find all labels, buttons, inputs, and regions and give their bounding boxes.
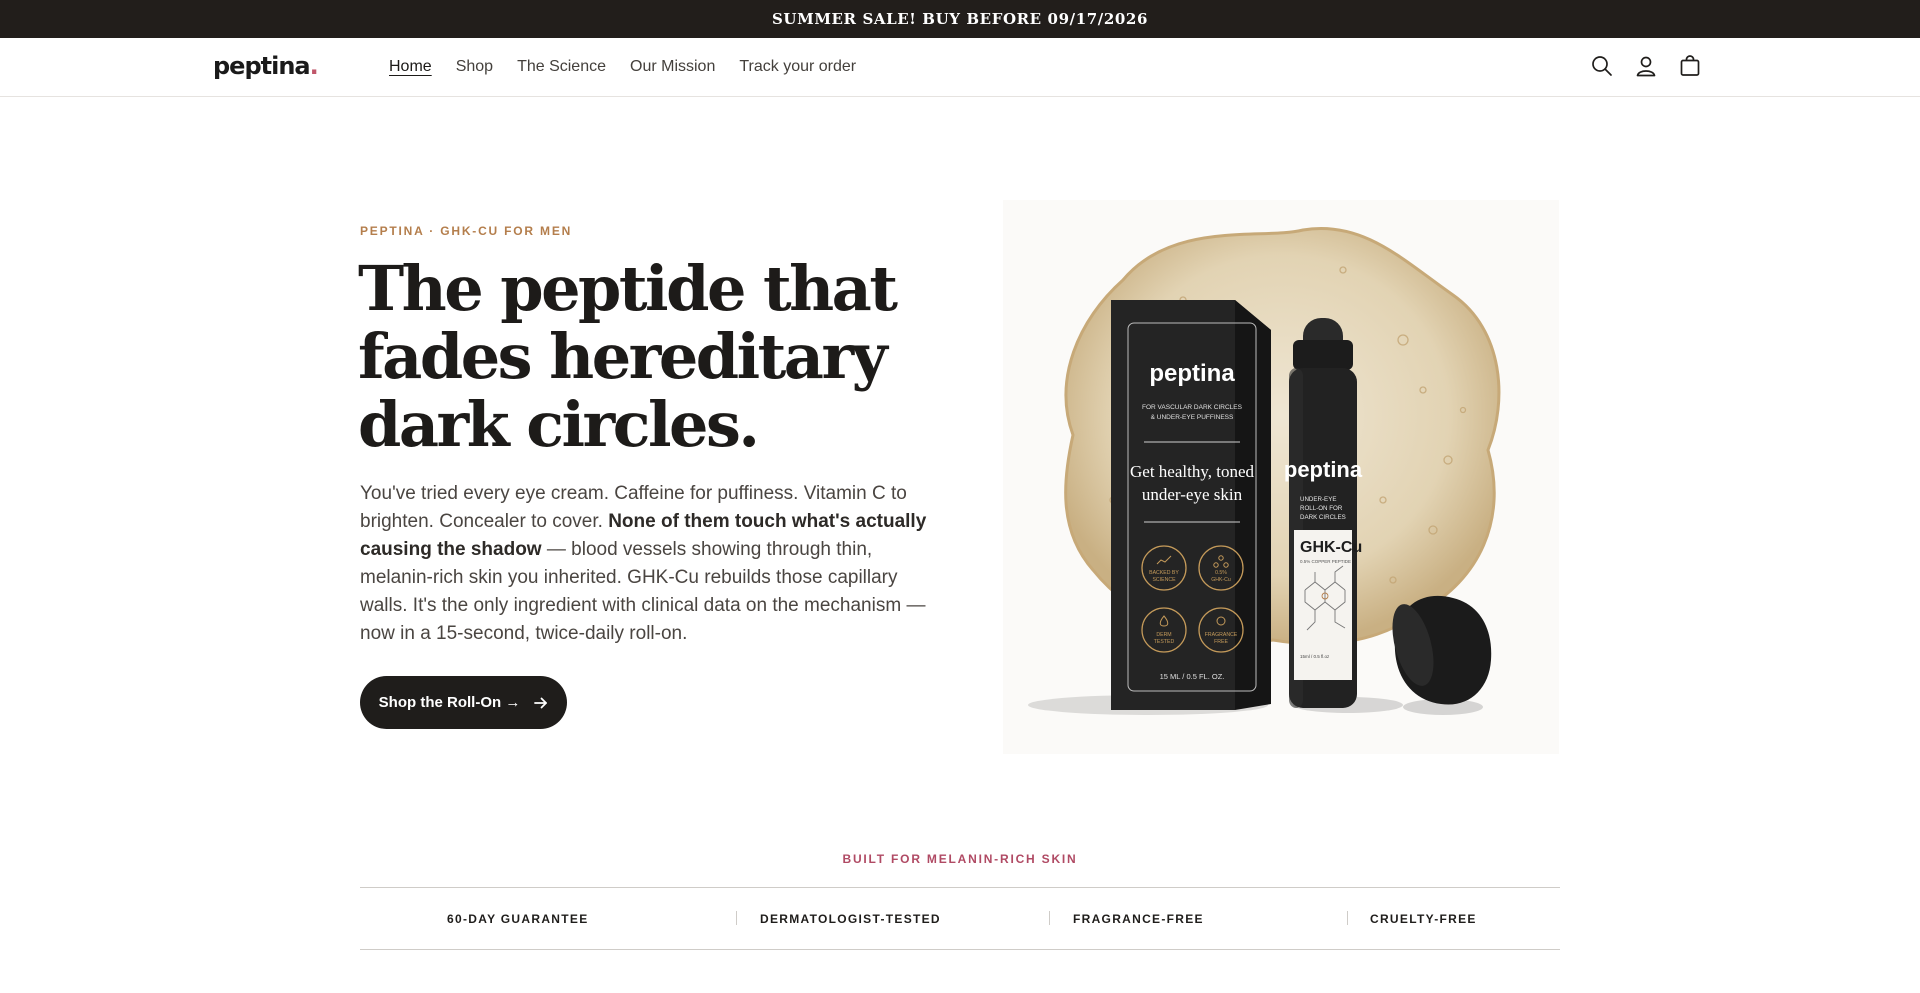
shop-roll-on-button[interactable]: Shop the Roll-On → [360,676,567,729]
announcement-text: SUMMER SALE! BUY BEFORE 09/17/2026 [772,10,1148,28]
badge-3-line-2: TESTED [1154,639,1175,645]
trust-item-fragrance-free: FRAGRANCE-FREE [1073,912,1204,926]
badge-2-line-1: 0.5% [1215,570,1227,576]
trust-divider [1347,911,1348,925]
nav-home[interactable]: Home [389,58,432,76]
announcement-bar: SUMMER SALE! BUY BEFORE 09/17/2026 [0,0,1920,38]
hero-body: You've tried every eye cream. Caffeine f… [360,480,942,648]
arrow-right-icon [534,697,548,708]
logo-dot: . [309,52,319,80]
nav-shop[interactable]: Shop [456,58,493,76]
bottle-name: GHK-Cu [1300,539,1362,556]
box-tagline-1: Get healthy, toned [1130,462,1254,481]
badge-4-line-2: FREE [1214,639,1228,645]
box-brand: peptina [1149,360,1235,387]
hero-headline: The peptide that fades hereditary dark c… [358,255,918,459]
badge-2-line-2: GHK-Cu [1211,577,1231,583]
logo[interactable]: peptina. [213,52,319,80]
header-icons [1588,52,1704,80]
bottle-volume: 15ml / 0.5 fl.oz [1300,654,1330,659]
badge-1-line-1: BACKED BY [1149,570,1179,576]
nav-our-mission[interactable]: Our Mission [630,58,715,76]
trust-item-derm-tested: DERMATOLOGIST-TESTED [760,912,941,926]
headline-line-3: dark circles. [358,388,760,461]
site-header: peptina. Home Shop The Science Our Missi… [0,38,1920,97]
trust-divider [1049,911,1050,925]
trust-title: BUILT FOR MELANIN-RICH SKIN [842,852,1078,866]
account-icon[interactable] [1632,52,1660,80]
bottle-desc-2: ROLL-ON FOR [1300,505,1343,512]
logo-text: peptina [213,52,311,80]
bottle-desc-1: UNDER-EYE [1300,496,1336,503]
badge-4-line-1: FRAGRANCE [1205,632,1238,638]
badge-3-line-1: DERM [1156,632,1171,638]
product-box: peptina FOR VASCULAR DARK CIRCLES & UNDE… [1111,300,1271,710]
hero-eyebrow: PEPTINA · GHK-CU FOR MEN [360,224,573,238]
trust-item-cruelty-free: CRUELTY-FREE [1370,912,1477,926]
headline-line-2: fades hereditary [358,320,888,393]
cart-icon[interactable] [1676,52,1704,80]
box-subtitle-1: FOR VASCULAR DARK CIRCLES [1142,404,1243,411]
box-tagline-2: under-eye skin [1142,485,1243,504]
bottle-subtitle: 0.5% COPPER PEPTIDE [1300,559,1351,564]
main-nav: Home Shop The Science Our Mission Track … [389,58,880,76]
trust-item-guarantee: 60-DAY GUARANTEE [447,912,589,926]
roll-on-bottle: peptina UNDER-EYE ROLL-ON FOR DARK CIRCL… [1284,318,1363,708]
bottle-cap [1392,595,1492,715]
cta-label: Shop the Roll-On → [378,694,521,711]
search-icon[interactable] [1588,52,1616,80]
box-volume: 15 ML / 0.5 FL. OZ. [1160,672,1225,681]
nav-the-science[interactable]: The Science [517,58,606,76]
headline-line-1: The peptide that [358,252,898,325]
hero-product-image: peptina FOR VASCULAR DARK CIRCLES & UNDE… [1003,200,1559,754]
trust-divider [736,911,737,925]
box-subtitle-2: & UNDER-EYE PUFFINESS [1151,414,1234,421]
nav-track-order[interactable]: Track your order [739,58,856,76]
bottle-brand: peptina [1284,457,1363,482]
bottle-desc-3: DARK CIRCLES [1300,514,1346,521]
trust-strip: 60-DAY GUARANTEE DERMATOLOGIST-TESTED FR… [360,887,1560,950]
badge-1-line-2: SCIENCE [1152,577,1176,583]
